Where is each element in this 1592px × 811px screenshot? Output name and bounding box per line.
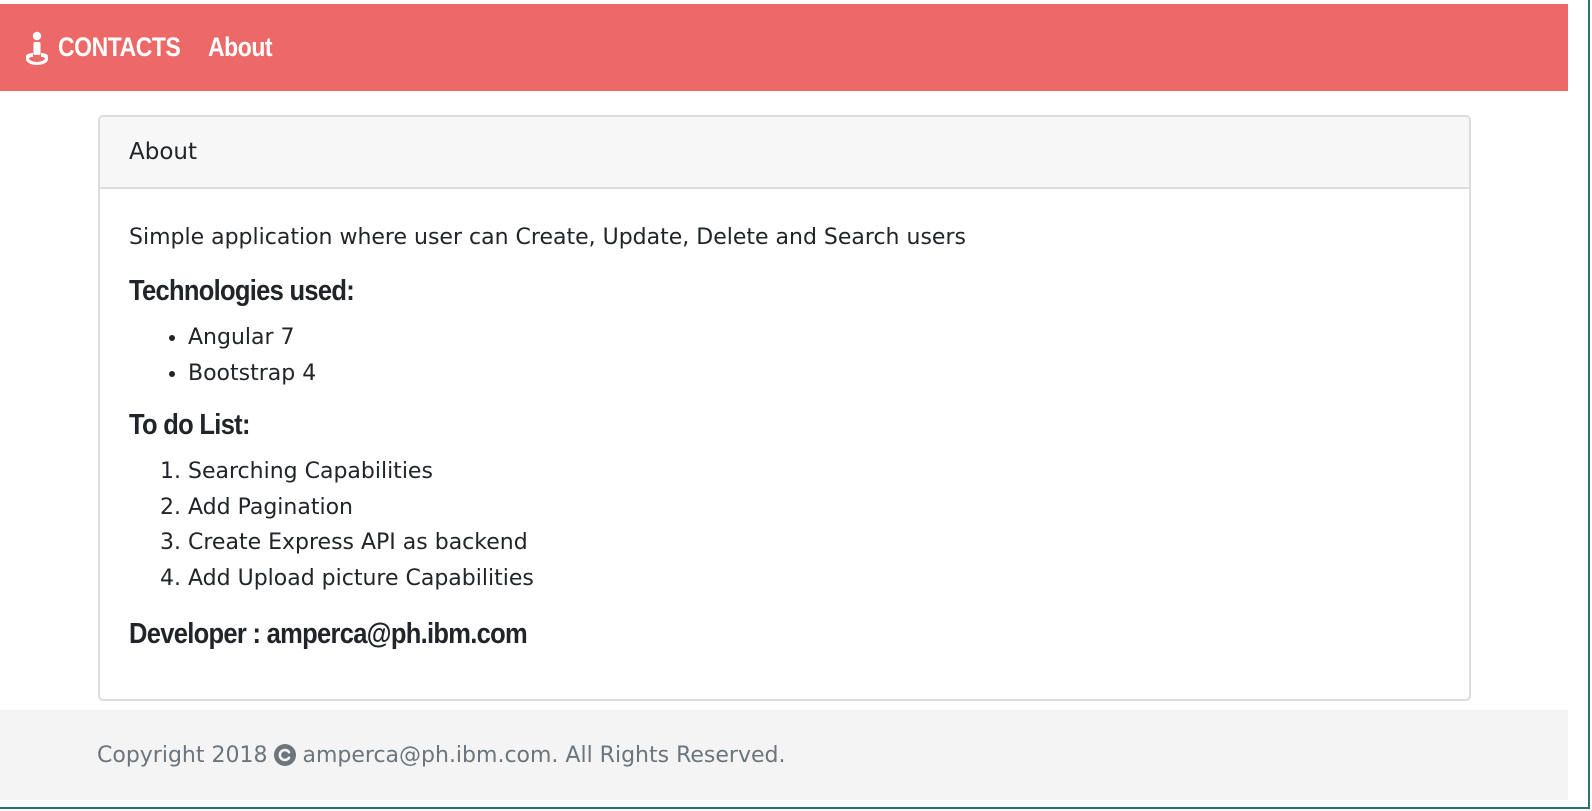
list-item: Bootstrap 4 bbox=[188, 356, 1469, 392]
list-item: Searching Capabilities bbox=[188, 454, 1469, 490]
todo-list: Searching Capabilities Add Pagination Cr… bbox=[129, 454, 1469, 596]
card-body: Simple application where user can Create… bbox=[100, 189, 1469, 651]
copyright-suffix: amperca@ph.ibm.com. All Rights Reserved. bbox=[302, 742, 786, 768]
developer-heading: Developer : amperca@ph.ibm.com bbox=[129, 618, 528, 650]
list-item: Angular 7 bbox=[188, 320, 1469, 356]
app-description: Simple application where user can Create… bbox=[129, 225, 966, 250]
technologies-heading: Technologies used: bbox=[129, 275, 355, 307]
about-card: About Simple application where user can … bbox=[98, 115, 1471, 701]
copyright-icon bbox=[274, 744, 297, 766]
brand-label: CONTACTS bbox=[58, 32, 181, 62]
footer: Copyright 2018 amperca@ph.ibm.com. All R… bbox=[0, 710, 1568, 800]
list-item: Create Express API as backend bbox=[188, 525, 1469, 561]
brand-link[interactable]: CONTACTS bbox=[22, 31, 202, 65]
technologies-list: Angular 7 Bootstrap 4 bbox=[129, 320, 1469, 391]
copyright-prefix: Copyright 2018 bbox=[97, 742, 268, 768]
nav-link-about[interactable]: About bbox=[208, 32, 273, 63]
todo-heading: To do List: bbox=[129, 409, 250, 441]
list-item: Add Upload picture Capabilities bbox=[188, 561, 1469, 597]
navbar: CONTACTS About bbox=[0, 4, 1568, 91]
copyright-text: Copyright 2018 amperca@ph.ibm.com. All R… bbox=[97, 743, 785, 768]
person-standing-icon bbox=[26, 31, 48, 65]
list-item: Add Pagination bbox=[188, 490, 1469, 526]
card-header: About bbox=[100, 117, 1469, 189]
